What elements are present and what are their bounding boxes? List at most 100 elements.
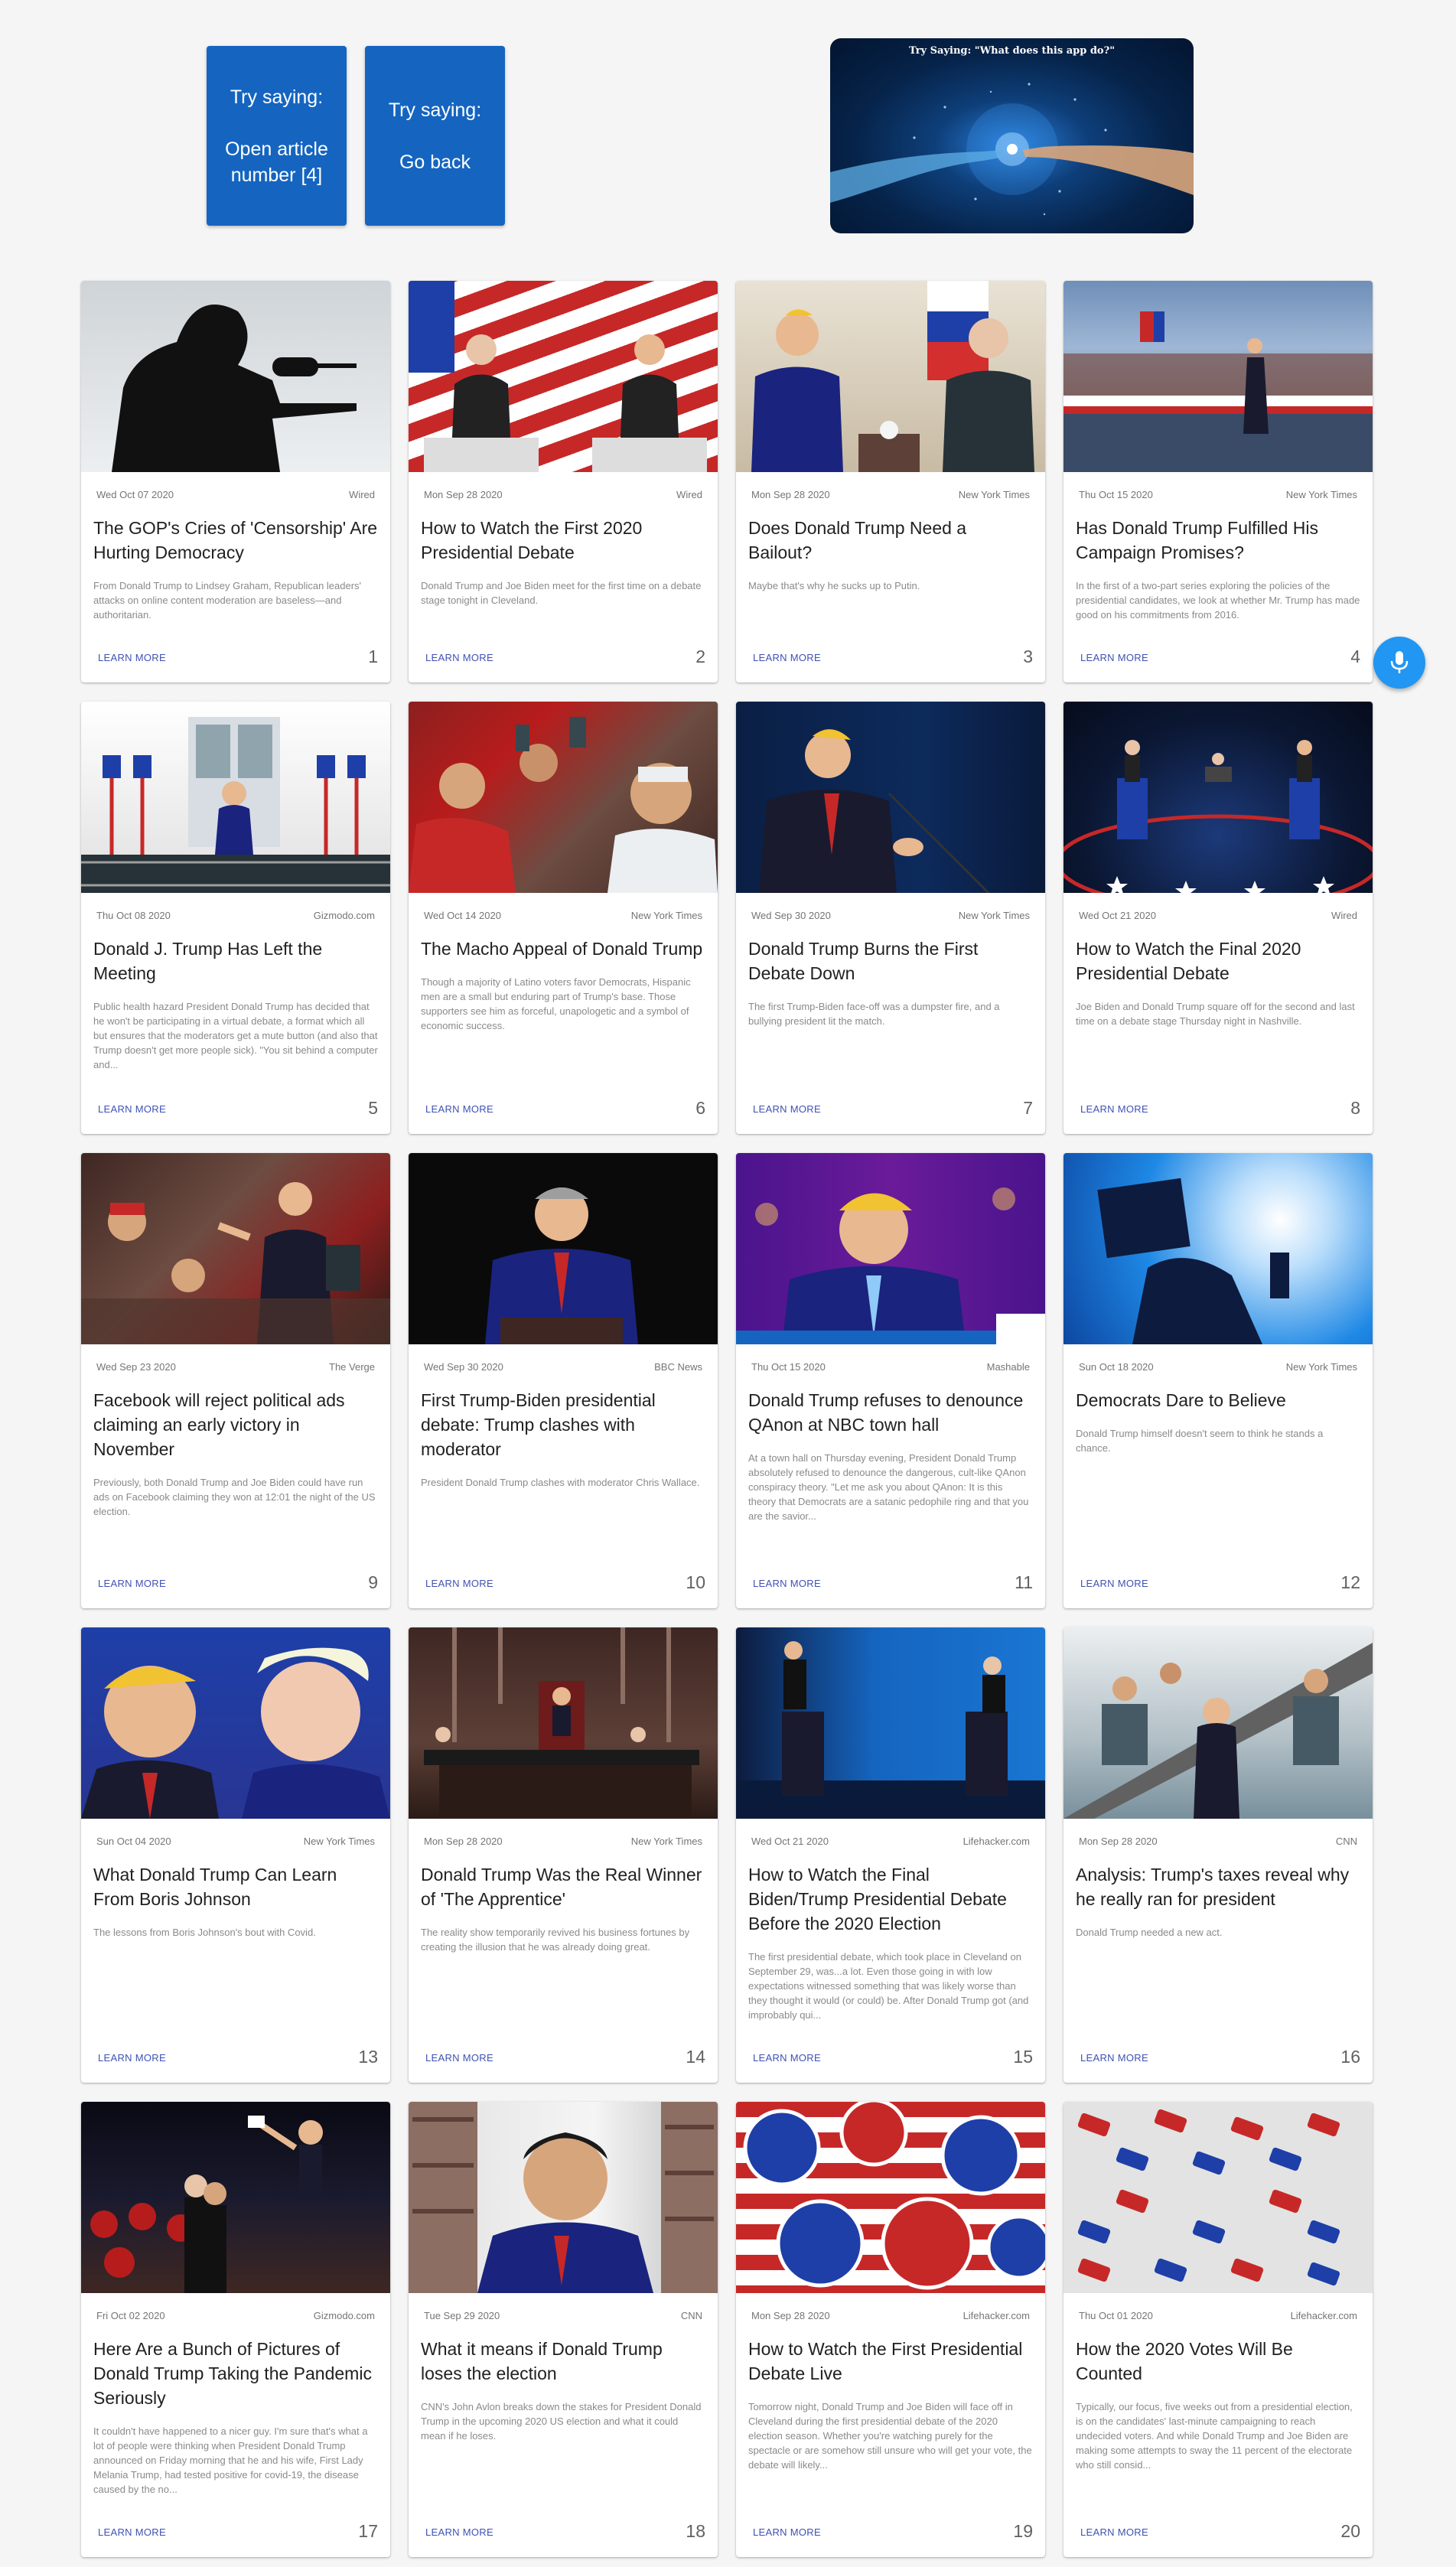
article-title: How to Watch the Final 2020 Presidential…: [1076, 939, 1301, 983]
article-title: Donald J. Trump Has Left the Meeting: [93, 939, 323, 983]
article-description: Joe Biden and Donald Trump square off fo…: [1076, 1001, 1355, 1027]
learn-more-link[interactable]: LEARN MORE: [98, 1578, 166, 1589]
article-description: President Donald Trump clashes with mode…: [421, 1477, 700, 1488]
article-image: [81, 1627, 390, 1819]
article-card[interactable]: Wed Sep 30 2020 BBC News First Trump-Bide…: [409, 1153, 718, 1608]
article-image: [1063, 1153, 1373, 1344]
learn-more-link[interactable]: LEARN MORE: [425, 2526, 493, 2538]
article-source: The Verge: [329, 1361, 375, 1373]
article-card[interactable]: Wed Oct 21 2020 Lifehacker.com How to Wat…: [736, 1627, 1045, 2083]
article-card[interactable]: Thu Oct 15 2020 Mashable Donald Trump ref…: [736, 1153, 1045, 1608]
article-date: Thu Oct 15 2020: [751, 1361, 826, 1373]
learn-more-link[interactable]: LEARN MORE: [753, 2052, 821, 2064]
article-title: Analysis: Trump's taxes reveal why he re…: [1076, 1865, 1350, 1909]
learn-more-link[interactable]: LEARN MORE: [1080, 2526, 1148, 2538]
article-description: Maybe that's why he sucks up to Putin.: [748, 580, 920, 591]
article-description: Though a majority of Latino voters favor…: [421, 976, 691, 1031]
learn-more-link[interactable]: LEARN MORE: [1080, 2052, 1148, 2064]
learn-more-link[interactable]: LEARN MORE: [1080, 1103, 1148, 1115]
article-card[interactable]: Tue Sep 29 2020 CNN What it means if Dona…: [409, 2102, 718, 2557]
learn-more-link[interactable]: LEARN MORE: [753, 652, 821, 663]
article-date: Wed Oct 21 2020: [1079, 910, 1156, 921]
article-description: Typically, our focus, five weeks out fro…: [1076, 2401, 1353, 2471]
article-date: Wed Sep 30 2020: [751, 910, 831, 921]
article-card[interactable]: Mon Sep 28 2020 Wired How to Watch the Fi…: [409, 281, 718, 682]
hint-card-go-back: Try saying: Go back: [365, 46, 505, 226]
article-card[interactable]: Wed Sep 30 2020 New York Times Donald Tru…: [736, 702, 1045, 1134]
article-card[interactable]: Wed Oct 21 2020 Wired How to Watch the Fi…: [1063, 702, 1373, 1134]
article-card[interactable]: Sun Oct 18 2020 New York Times Democrats …: [1063, 1153, 1373, 1608]
article-card[interactable]: Mon Sep 28 2020 New York Times Donald Tru…: [409, 1627, 718, 2083]
article-image: [736, 702, 1045, 893]
article-image: [736, 1153, 1045, 1344]
article-title: Has Donald Trump Fulfilled His Campaign …: [1076, 518, 1319, 562]
article-image: [1063, 281, 1373, 472]
voice-assistant-button[interactable]: [1373, 637, 1425, 689]
article-image: [81, 1153, 390, 1344]
article-card[interactable]: Wed Oct 07 2020 Wired The GOP's Cries of …: [81, 281, 390, 682]
article-title: Facebook will reject political ads claim…: [93, 1390, 345, 1459]
article-date: Sun Oct 04 2020: [96, 1836, 171, 1847]
article-date: Mon Sep 28 2020: [751, 2310, 830, 2321]
article-description: Public health hazard President Donald Tr…: [93, 1001, 378, 1070]
article-title: The Macho Appeal of Donald Trump: [421, 939, 703, 959]
learn-more-link[interactable]: LEARN MORE: [98, 1103, 166, 1115]
article-date: Wed Sep 30 2020: [424, 1361, 503, 1373]
article-card[interactable]: Wed Sep 23 2020 The Verge Facebook will r…: [81, 1153, 390, 1608]
robot-hand-illustration: [830, 83, 1194, 216]
article-card[interactable]: Thu Oct 08 2020 Gizmodo.com Donald J. Tru…: [81, 702, 390, 1134]
article-description: Tomorrow night, Donald Trump and Joe Bid…: [748, 2401, 1032, 2471]
article-card[interactable]: Fri Oct 02 2020 Gizmodo.com Here Are a Bu…: [81, 2102, 390, 2557]
article-title: Democrats Dare to Believe: [1076, 1390, 1286, 1410]
article-title: First Trump-Biden presidential debate: T…: [421, 1390, 656, 1459]
article-date: Fri Oct 02 2020: [96, 2310, 165, 2321]
article-description: In the first of a two-part series explor…: [1076, 580, 1360, 621]
learn-more-link[interactable]: LEARN MORE: [1080, 652, 1148, 663]
article-number: 9: [368, 1572, 378, 1592]
article-card[interactable]: Thu Oct 15 2020 New York Times Has Donald…: [1063, 281, 1373, 682]
learn-more-link[interactable]: LEARN MORE: [98, 2526, 166, 2538]
hint-command: Open article number [4]: [225, 138, 328, 186]
article-title: How to Watch the Final Biden/Trump Presi…: [748, 1865, 1007, 1933]
learn-more-link[interactable]: LEARN MORE: [425, 1103, 493, 1115]
article-number: 3: [1023, 647, 1033, 666]
article-description: From Donald Trump to Lindsey Graham, Rep…: [93, 580, 362, 621]
article-title: How to Watch the First Presidential Deba…: [748, 2339, 1023, 2383]
article-image: [81, 281, 390, 472]
article-card[interactable]: Mon Sep 28 2020 New York Times Does Donal…: [736, 281, 1045, 682]
article-card[interactable]: Mon Sep 28 2020 Lifehacker.com How to Wat…: [736, 2102, 1045, 2557]
learn-more-link[interactable]: LEARN MORE: [425, 2052, 493, 2064]
learn-more-link[interactable]: LEARN MORE: [1080, 1578, 1148, 1589]
article-number: 8: [1350, 1098, 1360, 1118]
article-card[interactable]: Thu Oct 01 2020 Lifehacker.com How the 20…: [1063, 2102, 1373, 2557]
article-number: 20: [1340, 2521, 1360, 2541]
article-date: Mon Sep 28 2020: [751, 489, 830, 500]
article-card[interactable]: Sun Oct 04 2020 New York Times What Donal…: [81, 1627, 390, 2083]
article-description: The first Trump-Biden face-off was a dum…: [748, 1001, 1000, 1027]
article-title: How the 2020 Votes Will Be Counted: [1076, 2339, 1293, 2383]
article-source: Lifehacker.com: [963, 1836, 1030, 1847]
learn-more-link[interactable]: LEARN MORE: [98, 652, 166, 663]
article-image: [409, 1153, 718, 1344]
article-number: 1: [368, 647, 378, 666]
article-source: Lifehacker.com: [1290, 2310, 1357, 2321]
article-title: Here Are a Bunch of Pictures of Donald T…: [93, 2339, 372, 2408]
article-description: Previously, both Donald Trump and Joe Bi…: [93, 1477, 376, 1517]
learn-more-link[interactable]: LEARN MORE: [425, 1578, 493, 1589]
article-source: New York Times: [1285, 489, 1357, 500]
learn-more-link[interactable]: LEARN MORE: [753, 1578, 821, 1589]
article-date: Wed Oct 14 2020: [424, 910, 501, 921]
learn-more-link[interactable]: LEARN MORE: [753, 1103, 821, 1115]
learn-more-link[interactable]: LEARN MORE: [425, 652, 493, 663]
article-date: Thu Oct 08 2020: [96, 910, 171, 921]
learn-more-link[interactable]: LEARN MORE: [98, 2052, 166, 2064]
article-title: Does Donald Trump Need a Bailout?: [748, 518, 967, 562]
article-source: New York Times: [1285, 1361, 1357, 1373]
article-source: Wired: [1331, 910, 1357, 921]
learn-more-link[interactable]: LEARN MORE: [753, 2526, 821, 2538]
article-number: 2: [695, 647, 705, 666]
article-number: 19: [1013, 2521, 1033, 2541]
article-card[interactable]: Mon Sep 28 2020 CNN Analysis: Trump's tax…: [1063, 1627, 1373, 2083]
article-grid: Wed Oct 07 2020 Wired The GOP's Cries of …: [81, 281, 1374, 2557]
article-card[interactable]: Wed Oct 14 2020 New York Times The Macho …: [409, 702, 718, 1134]
